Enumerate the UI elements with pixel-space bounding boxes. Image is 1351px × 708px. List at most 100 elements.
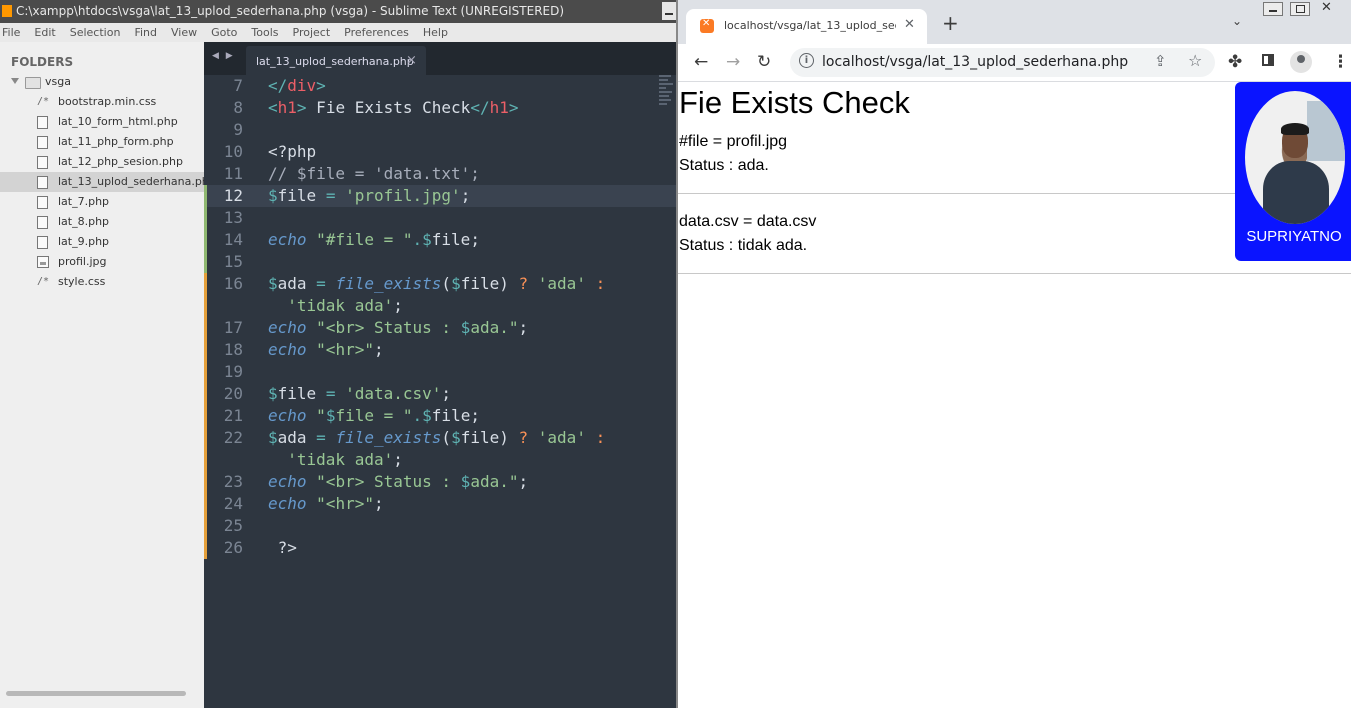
tab-search-chevron-icon[interactable]: ⌄: [1232, 14, 1242, 28]
code-line[interactable]: 17 echo "<br> Status : $ada.";: [204, 317, 676, 339]
code-text: ?>: [268, 537, 297, 559]
line-number: 26: [223, 538, 243, 557]
forward-arrow-icon[interactable]: →: [726, 52, 740, 72]
folder-vsga[interactable]: vsga: [0, 72, 204, 92]
browser-toolbar: ← → ↻ i localhost/vsga/lat_13_uplod_sede…: [678, 44, 1351, 82]
menu-selection[interactable]: Selection: [70, 26, 121, 39]
menu-goto[interactable]: Goto: [211, 26, 237, 39]
sidebar-scrollbar[interactable]: [6, 691, 186, 696]
back-arrow-icon[interactable]: ←: [694, 52, 708, 72]
code-token: ?>: [268, 538, 297, 557]
line-number: 10: [223, 142, 243, 161]
tab-lat-13[interactable]: lat_13_uplod_sederhana.php ×: [246, 46, 426, 75]
code-line[interactable]: 16 $ada = file_exists($file) ? 'ada' :: [204, 273, 676, 295]
css-icon: /*: [37, 276, 50, 287]
sidebar-file-item[interactable]: /* style.css: [0, 272, 204, 292]
code-line[interactable]: 9: [204, 119, 676, 141]
line-number: 22: [223, 428, 243, 447]
window-close-button[interactable]: ✕: [1321, 0, 1341, 15]
code-token: file_exists: [335, 274, 442, 293]
code-line[interactable]: 19: [204, 361, 676, 383]
extensions-puzzle-icon[interactable]: ✤: [1228, 52, 1242, 72]
line-number: 25: [223, 516, 243, 535]
menu-project[interactable]: Project: [293, 26, 331, 39]
code-token: ;: [441, 384, 452, 403]
sublime-menubar: File Edit Selection Find View Goto Tools Projec…: [0, 23, 676, 42]
code-line[interactable]: 18 echo "<hr>";: [204, 339, 676, 361]
code-line[interactable]: 12 $file = 'profil.jpg';: [204, 185, 676, 207]
menu-tools[interactable]: Tools: [251, 26, 278, 39]
code-line[interactable]: 22 $ada = file_exists($file) ? 'ada' :: [204, 427, 676, 449]
url-text[interactable]: localhost/vsga/lat_13_uplod_sederhana.ph…: [822, 54, 1128, 70]
code-token: </: [470, 98, 490, 117]
code-token: ;: [373, 494, 384, 513]
side-panel-icon[interactable]: [1262, 54, 1274, 66]
sidebar-file-item[interactable]: lat_9.php: [0, 232, 204, 252]
code-token: (: [441, 274, 452, 293]
code-token: ?: [518, 274, 529, 293]
code-text: echo "<br> Status : $ada.";: [268, 317, 528, 339]
code-line[interactable]: 'tidak ada';: [204, 449, 676, 471]
new-tab-icon[interactable]: +: [942, 13, 959, 33]
code-token: >: [296, 98, 307, 117]
close-icon[interactable]: ×: [406, 53, 417, 68]
bookmark-star-icon[interactable]: ☆: [1188, 51, 1202, 70]
menu-help[interactable]: Help: [423, 26, 448, 39]
code-editor[interactable]: 7 </div> 8 <h1> Fie Exists Check</h1> 9 10 <?p…: [204, 75, 676, 708]
sidebar-file-item[interactable]: /* bootstrap.min.css: [0, 92, 204, 112]
chevron-down-icon[interactable]: [11, 78, 19, 84]
kebab-menu-icon[interactable]: ⋮: [1332, 52, 1349, 72]
code-line[interactable]: 8 <h1> Fie Exists Check</h1>: [204, 97, 676, 119]
sidebar-file-item[interactable]: lat_8.php: [0, 212, 204, 232]
sidebar-file-item[interactable]: lat_13_uplod_sederhana.php: [0, 172, 204, 192]
menu-file[interactable]: File: [2, 26, 20, 39]
browser-window: localhost/vsga/lat_13_uplod_sederhana.ph…: [676, 0, 1351, 708]
code-text: echo "<br> Status : $ada.";: [268, 471, 528, 493]
sidebar-file-item[interactable]: lat_11_php_form.php: [0, 132, 204, 152]
code-line[interactable]: 7 </div>: [204, 75, 676, 97]
code-token: ?: [518, 428, 529, 447]
code-line[interactable]: 23 echo "<br> Status : $ada.";: [204, 471, 676, 493]
close-tab-icon[interactable]: ✕: [904, 17, 915, 32]
share-icon[interactable]: ⇪: [1154, 52, 1167, 70]
sidebar-file-item[interactable]: lat_10_form_html.php: [0, 112, 204, 132]
menu-preferences[interactable]: Preferences: [344, 26, 409, 39]
minimize-button[interactable]: [662, 2, 676, 20]
code-token: .: [412, 230, 423, 249]
address-bar[interactable]: i localhost/vsga/lat_13_uplod_sederhana.…: [790, 48, 1215, 77]
menu-find[interactable]: Find: [134, 26, 157, 39]
code-line[interactable]: 'tidak ada';: [204, 295, 676, 317]
code-token: file): [460, 274, 519, 293]
code-text: echo "<hr>";: [268, 339, 384, 361]
line-number: 14: [223, 230, 243, 249]
window-maximize-button[interactable]: [1290, 2, 1310, 16]
tab-nav-arrows-icon[interactable]: ◀ ▶: [212, 51, 235, 61]
sublime-logo-icon: [2, 5, 12, 17]
profile-name: SUPRIYATNO: [1246, 228, 1342, 245]
code-token: >: [508, 98, 519, 117]
sidebar-file-item[interactable]: lat_7.php: [0, 192, 204, 212]
code-line[interactable]: 20 $file = 'data.csv';: [204, 383, 676, 405]
sidebar-file-item[interactable]: profil.jpg: [0, 252, 204, 272]
menu-edit[interactable]: Edit: [34, 26, 55, 39]
code-line[interactable]: 21 echo "$file = ".$file;: [204, 405, 676, 427]
code-line[interactable]: 26 ?>: [204, 537, 676, 559]
code-line[interactable]: 11 // $file = 'data.txt';: [204, 163, 676, 185]
site-info-icon[interactable]: i: [799, 53, 814, 68]
code-line[interactable]: 25: [204, 515, 676, 537]
code-line[interactable]: 15: [204, 251, 676, 273]
code-line[interactable]: 13: [204, 207, 676, 229]
menu-view[interactable]: View: [171, 26, 197, 39]
window-minimize-button[interactable]: [1263, 2, 1283, 16]
code-line[interactable]: 14 echo "#file = ".$file;: [204, 229, 676, 251]
profile-avatar-icon[interactable]: [1290, 51, 1312, 73]
code-line[interactable]: 24 echo "<hr>";: [204, 493, 676, 515]
code-line[interactable]: 10 <?php: [204, 141, 676, 163]
browser-tab[interactable]: localhost/vsga/lat_13_uplod_sederhana.ph…: [686, 9, 927, 44]
minimap[interactable]: [659, 75, 674, 135]
sidebar-file-item[interactable]: lat_12_php_sesion.php: [0, 152, 204, 172]
reload-icon[interactable]: ↻: [757, 52, 771, 72]
